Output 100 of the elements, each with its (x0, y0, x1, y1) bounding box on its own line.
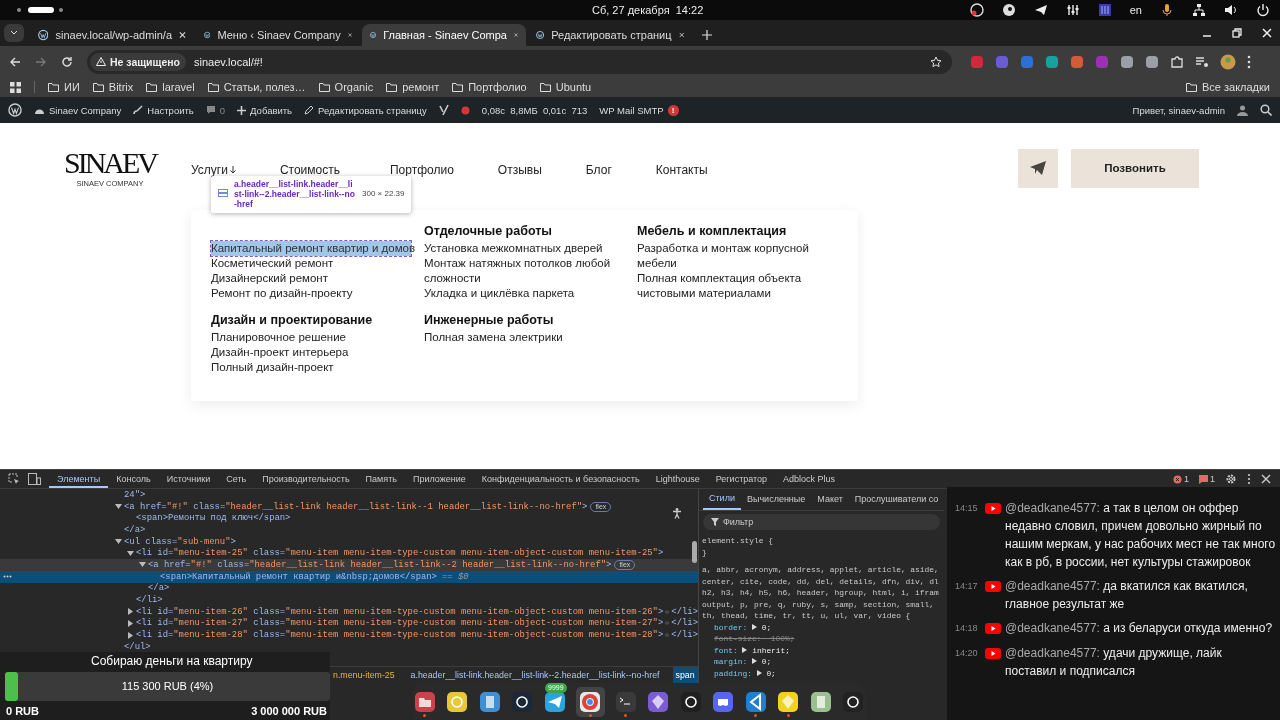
issue-count[interactable]: 1 (1199, 474, 1215, 484)
mail-smtp-link[interactable]: WP Mail SMTP (599, 104, 664, 116)
styles-tab[interactable]: Стили (703, 489, 741, 510)
browser-tab[interactable]: Редактировать страниц (528, 24, 692, 46)
code-line[interactable]: <span>Ремонты под ключ</span> (136, 513, 291, 524)
menu-link[interactable]: Полный дизайн-проект (211, 360, 406, 375)
devtools-tab[interactable]: Lighthouse (647, 470, 708, 488)
inspect-cursor-icon[interactable] (8, 473, 20, 485)
customize-link[interactable]: Настроить (133, 104, 194, 116)
disclosure-triangle-icon[interactable] (127, 631, 134, 639)
disclosure-triangle-icon[interactable] (127, 608, 134, 616)
settings-icon[interactable] (1225, 473, 1237, 485)
disclosure-triangle-icon[interactable] (139, 561, 146, 569)
profile-avatar[interactable] (1220, 53, 1236, 70)
breadcrumb[interactable]: a.header__list-link.header__list-link--2.header__list-link--no-href (407, 667, 663, 683)
query-monitor-stats[interactable]: 0,08с 8,8МБ 0,01с 713 (481, 104, 588, 116)
ubuntu-app-icon[interactable] (842, 690, 865, 713)
keyboard-layout[interactable]: en (1129, 4, 1142, 16)
devtools-tab[interactable]: Консоль (108, 470, 159, 488)
styles-tab[interactable]: Прослушиватели со (848, 490, 944, 509)
back-arrow-icon[interactable] (9, 55, 21, 68)
disclosure-triangle-icon[interactable] (115, 503, 122, 511)
code-line[interactable]: <li id="menu-item-25" class="menu-item menu-item-type-custom menu-item-object-custom menu-item-25"> (136, 548, 664, 559)
styles-tab[interactable]: Макет (811, 490, 849, 509)
puzzle-icon[interactable] (1170, 54, 1184, 69)
steam-tray-icon[interactable] (1001, 3, 1016, 17)
code-line[interactable]: <a href="#!" class="header__list-link header__list-link--2 header__list-link--no-href"> (148, 559, 612, 570)
reload-icon[interactable] (61, 55, 73, 68)
power-icon[interactable] (1256, 3, 1270, 17)
bookmark-folder[interactable]: Bitrix (92, 81, 134, 93)
menu-link[interactable]: Косметический ремонт (211, 256, 406, 271)
volume-icon[interactable] (1224, 3, 1238, 17)
steam-app-icon[interactable] (511, 690, 534, 713)
telegram-app-icon[interactable] (543, 690, 566, 713)
extension-icon[interactable] (1045, 54, 1059, 69)
extension-icon[interactable] (1120, 54, 1134, 69)
disclosure-triangle-icon[interactable] (127, 619, 134, 627)
new-tab-icon[interactable] (702, 30, 712, 40)
menu-link[interactable]: Ремонт по дизайн-проекту (211, 286, 406, 301)
bitwarden-app-icon[interactable] (777, 690, 800, 713)
wordpress-icon[interactable] (8, 103, 22, 117)
devtools-tab[interactable]: Производительность (254, 470, 358, 488)
code-line[interactable]: <li id="menu-item-27" class="menu-item menu-item-type-custom menu-item-object-custom menu-item-27"> (136, 618, 664, 629)
microphone-icon[interactable] (1160, 3, 1174, 17)
nav-link[interactable]: Портфолио (390, 163, 454, 177)
network-icon[interactable] (1192, 3, 1206, 17)
filter-field[interactable]: Фильтр (703, 514, 940, 530)
call-button[interactable]: Позвонить (1071, 148, 1199, 188)
equalizer-icon[interactable] (1065, 3, 1080, 17)
close-icon[interactable] (678, 31, 684, 39)
edit-page-link[interactable]: Редактировать страницу (304, 104, 427, 116)
close-icon[interactable] (179, 31, 186, 39)
address-bar[interactable]: Не защищено sinaev.local/#! (87, 49, 952, 74)
kebab-menu-icon[interactable] (1247, 473, 1251, 485)
scrollbar-thumb[interactable] (692, 541, 697, 563)
devtools-tab[interactable]: Память (357, 470, 405, 488)
breadcrumb[interactable]: span (672, 667, 698, 683)
nav-link[interactable]: Услуги (191, 163, 236, 177)
files-app-icon[interactable] (413, 690, 436, 713)
apps-grid-icon[interactable] (10, 81, 21, 93)
paper-plane-tray-icon[interactable] (1033, 3, 1048, 17)
nav-link[interactable]: Контакты (655, 163, 708, 177)
bars-tray-icon[interactable] (1097, 3, 1112, 17)
extension-icon[interactable] (1070, 54, 1084, 69)
browser-tab[interactable]: Главная - Sinaev Compa (362, 24, 526, 46)
restore-icon[interactable] (1232, 28, 1242, 38)
devtools-tab[interactable]: Регистратор (707, 470, 776, 488)
close-icon[interactable] (1261, 474, 1271, 484)
seo-plugin-icon[interactable] (438, 104, 449, 116)
chrome-app-icon[interactable] (579, 690, 602, 713)
menu-link[interactable]: Дизайн-проект интерьера (211, 345, 406, 360)
nav-link[interactable]: Отзывы (497, 163, 542, 177)
recording-icon[interactable] (969, 3, 984, 17)
star-icon[interactable] (930, 55, 942, 68)
menu-link[interactable]: Установка межкомнатных дверей (424, 241, 619, 256)
clock-date[interactable]: Сб, 27 декабря 14:22 (592, 4, 704, 16)
error-count[interactable]: 1 (1172, 474, 1189, 484)
code-line[interactable]: <li id="menu-item-28" class="menu-item menu-item-type-custom menu-item-object-custom menu-item-28"> (136, 630, 664, 641)
disclosure-triangle-icon[interactable] (115, 538, 122, 546)
code-line[interactable]: <a href="#!" class="header__list-link header__list-link--1 header__list-link--no-href"> (124, 501, 588, 512)
menu-link[interactable]: Полная комплектация объекта чистовыми материалами (637, 271, 832, 301)
devtools-tab[interactable]: Конфиденциальность и безопасность (473, 470, 648, 488)
bookmark-folder[interactable]: Organic (318, 81, 374, 93)
device-toolbar-icon[interactable] (28, 473, 41, 485)
code-line[interactable]: <li id="menu-item-26" class="menu-item menu-item-type-custom menu-item-object-custom menu-item-26"> (136, 606, 664, 617)
media-icon[interactable] (1195, 54, 1209, 69)
devtools-tab[interactable]: Элементы (49, 470, 109, 488)
menu-link[interactable]: Укладка и циклёвка паркета (424, 286, 619, 301)
bookmark-folder[interactable]: ремонт (386, 81, 440, 93)
telegram-button[interactable] (1018, 148, 1058, 188)
comments-link[interactable]: 0 (205, 104, 226, 116)
add-new-link[interactable]: Добавить (237, 104, 293, 116)
nav-link[interactable]: Блог (585, 163, 612, 177)
bookmark-folder[interactable]: ИИ (48, 81, 80, 93)
obsidian-app-icon[interactable] (647, 690, 670, 713)
site-link[interactable]: Sinaev Company (34, 104, 122, 116)
bookmark-folder[interactable]: laravel (146, 81, 195, 93)
kebab-menu-icon[interactable] (1247, 54, 1251, 69)
greeting-link[interactable]: Привет, sinaev-admin (1132, 104, 1225, 116)
breadcrumb[interactable]: n.menu-item-25 (330, 667, 398, 683)
